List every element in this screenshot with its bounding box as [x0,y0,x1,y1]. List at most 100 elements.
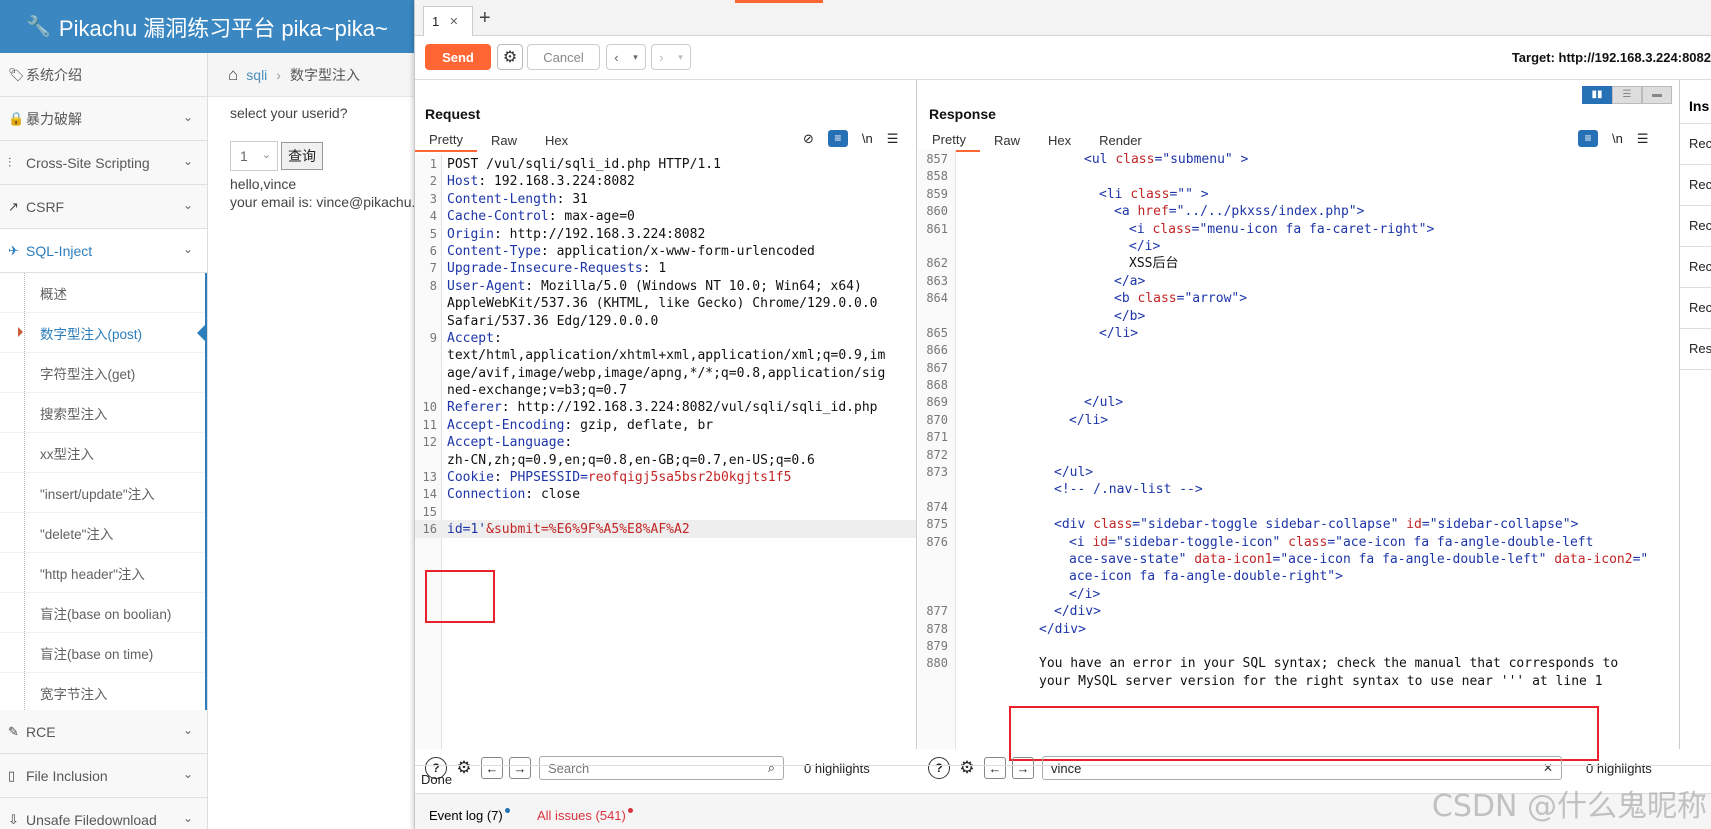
wrap-lines-icon[interactable]: ≡ [827,130,848,147]
request-editor[interactable]: 1 POST /vul/sqli/sqli_id.php HTTP/1.1 2 Hos… [415,155,916,749]
layout-split-icon[interactable]: ▮▮ [1582,86,1612,104]
menu-icon[interactable]: ☰ [887,131,899,147]
breadcrumb-link-sqli[interactable]: sqli [246,67,267,83]
inspector-section[interactable]: Rec [1680,206,1711,247]
response-tab-hex[interactable]: Hex [1034,128,1085,152]
submenu-item[interactable]: 数字型注入(post) [0,313,207,353]
code-token: <b [1114,291,1138,307]
response-tab-render[interactable]: Render [1085,128,1156,152]
submenu-item[interactable]: 盲注(base on time) [0,633,205,673]
sidebar-item-label: CSRF [26,198,65,215]
repeater-tab-1[interactable]: 1 ✕ [423,6,473,36]
code-token: > [1232,152,1249,167]
userid-select[interactable]: 1 ⌄ [230,141,278,171]
code-token: = [1108,534,1116,550]
code-line: 862 XSS后台 [918,254,1678,271]
request-tab-pretty[interactable]: Pretty [415,128,477,152]
code-line: 879 [918,637,1678,654]
sidebar-item[interactable]: ⇩ Unsafe Filedownload ⌄ [0,798,207,829]
response-tab-raw[interactable]: Raw [980,128,1034,152]
code-token: ace-icon fa fa-angle-double-right" [1069,569,1336,585]
menu-icon[interactable]: ☰ [1637,131,1649,147]
sidebar-item[interactable]: 🏷 系统介绍 [0,53,207,97]
submenu-item[interactable]: 盲注(base on boolian) [0,593,205,633]
chevron-down-icon: ⌄ [182,723,193,737]
newline-toggle[interactable]: \n [1612,131,1623,146]
submenu-item[interactable]: "http header"注入 [0,553,205,593]
submenu-item[interactable]: "delete"注入 [0,513,205,553]
close-icon[interactable]: ✕ [449,15,458,28]
line-number: 13 [422,470,437,485]
code-line: text/html,application/xhtml+xml,applicat… [415,346,916,363]
history-forward-button[interactable]: › ▾ [651,44,691,70]
code-line: </b> [918,307,1678,324]
sidebar-item[interactable]: ⫶ Cross-Site Scripting ⌄ [0,141,207,185]
event-log-tab[interactable]: Event log (7) [429,808,510,823]
header-name: User-Agent [447,278,526,294]
header-value: Mozilla/5.0 (Windows NT 10.0; Win64; x64… [540,278,862,294]
all-issues-tab[interactable]: All issues (541) [537,808,633,823]
request-title: Request [425,106,481,122]
inspector-section[interactable]: Rec [1680,124,1711,165]
submenu-item[interactable]: xx型注入 [0,433,205,473]
sidebar-item[interactable]: ✈ SQL-Inject ⌄ [0,229,207,273]
layout-stacked-icon[interactable]: ☰ [1612,86,1642,104]
cancel-button[interactable]: Cancel [527,44,600,70]
inspector-section[interactable]: Rec [1680,247,1711,288]
code-token: class [1288,534,1328,550]
plane-icon: ✈ [8,242,19,258]
line-text: <a href="../../pkxss/index.php"> [1114,202,1364,221]
line-number: 867 [926,360,948,375]
code-token: your MySQL server version for the right … [1039,673,1603,689]
history-back-button[interactable]: ‹ ▾ [606,44,646,70]
repeater-toolbar: Send ⚙ Cancel ‹ ▾ › ▾ Target: http://192.1… [415,36,1711,80]
code-line: <!-- /.nav-list --> [918,480,1678,497]
code-token: class [1093,517,1133,533]
inspector-section[interactable]: Res [1680,329,1711,370]
wrap-lines-icon[interactable]: ≡ [1578,130,1598,147]
submenu-item-label: 字符型注入(get) [40,366,136,382]
submenu-item[interactable]: 宽字节注入 [0,673,205,713]
sidebar-item[interactable]: ↗ CSRF ⌄ [0,185,207,229]
sidebar-item[interactable]: 🔒 暴力破解 ⌄ [0,97,207,141]
line-text: </li> [1069,411,1108,430]
newline-toggle[interactable]: \n [862,131,873,146]
sidebar-item-label: Unsafe Filedownload [26,811,157,828]
line-text: <li class="" > [1099,185,1209,204]
colon: : [548,209,565,225]
response-tab-pretty[interactable]: Pretty [918,128,980,152]
code-line: 857 <ul class="submenu" > [918,150,1678,167]
eye-off-icon[interactable]: ⊘ [803,131,814,147]
submenu-item[interactable]: 字符型注入(get) [0,353,205,393]
request-tab-raw[interactable]: Raw [477,128,531,152]
response-editor[interactable]: 857 <ul class="submenu" >858 859 <li class=… [918,150,1678,749]
send-button[interactable]: Send [425,44,491,70]
request-tab-hex[interactable]: Hex [531,128,582,152]
home-icon[interactable]: ⌂ [228,65,238,85]
submenu-item[interactable]: 概述 [0,273,205,313]
query-button[interactable]: 查询 [281,142,323,170]
code-token: > [1192,186,1209,202]
inspector-section[interactable]: Rec [1680,165,1711,206]
submenu-item[interactable]: "insert/update"注入 [0,473,205,513]
header-name: Cache-Control [447,209,549,225]
param-name: id [447,522,463,538]
inspector-section[interactable]: Rec [1680,288,1711,329]
response-pane: ▮▮ ☰ ▬ Response Pretty Raw Hex Render ≡ … [918,80,1678,780]
sidebar-item[interactable]: ▯ File Inclusion ⌄ [0,754,207,798]
line-text: Connection: close [447,485,580,504]
line-text: text/html,application/xhtml+xml,applicat… [447,346,885,365]
colon: : [525,278,541,294]
add-tab-icon[interactable]: + [479,7,491,30]
target-label[interactable]: Target: http://192.168.3.224:8082 [1512,50,1711,65]
line-number: 876 [926,534,948,549]
inspector-title[interactable]: Ins [1680,80,1711,124]
layout-single-icon[interactable]: ▬ [1642,86,1672,104]
code-line: your MySQL server version for the right … [918,672,1678,689]
code-token: "ace-icon fa fa-angle-double-left [1335,534,1594,550]
submenu-item[interactable]: 搜索型注入 [0,393,205,433]
gear-icon[interactable]: ⚙ [497,44,523,70]
app-title: Pikachu 漏洞练习平台 pika~pika~ [58,15,388,41]
sidebar-item[interactable]: ✎ RCE ⌄ [0,710,207,754]
share-icon: ↗ [8,198,19,214]
